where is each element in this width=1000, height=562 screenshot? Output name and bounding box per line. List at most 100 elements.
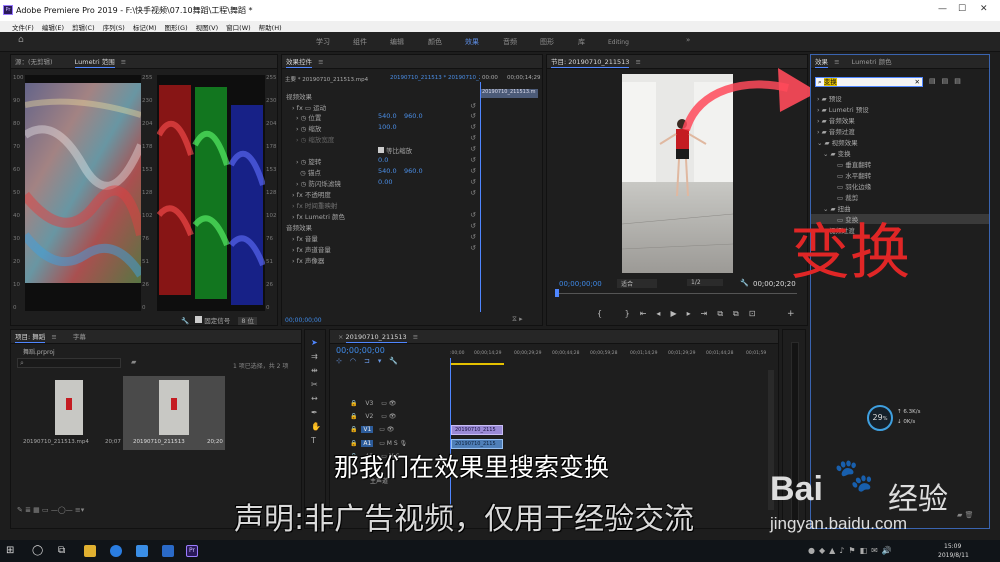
menu-edit[interactable]: 编辑(E) [42, 22, 64, 32]
clear-search-icon[interactable]: ✕ [915, 78, 920, 86]
maximize-icon[interactable]: ☐ [958, 4, 966, 14]
volume-row[interactable]: › fx 音量 [292, 233, 318, 243]
video-clip[interactable]: 20190710_2115 [451, 425, 503, 435]
tab-menu-icon[interactable]: ≡ [318, 58, 323, 66]
task-view-icon[interactable]: ⧉ [58, 545, 70, 557]
panner-row[interactable]: › fx 声像器 [292, 255, 324, 265]
reset-icon[interactable]: ↺ [470, 244, 476, 252]
effects-tree-item[interactable]: › ▰ Lumetri 预设 [817, 104, 869, 114]
reset-icon[interactable]: ↺ [470, 112, 476, 120]
menu-help[interactable]: 帮助(H) [259, 22, 282, 32]
tab-program[interactable]: 节目: 20190710_211513 [551, 58, 630, 68]
slip-tool-icon[interactable]: ↔ [311, 394, 318, 403]
tray-icons[interactable]: ●◆▲♪⚑◧✉🔊 [808, 546, 896, 555]
menu-view[interactable]: 视图(V) [196, 22, 219, 32]
reset-icon[interactable]: ↺ [470, 189, 476, 197]
resolution-select[interactable]: 1/2 [687, 279, 723, 286]
workspace-assembly[interactable]: 组件 [353, 37, 367, 47]
close-tab-icon[interactable]: × [338, 333, 343, 341]
tab-menu-icon[interactable]: ≡ [635, 58, 640, 66]
reset-icon[interactable]: ↺ [470, 222, 476, 230]
workspace-editing-custom[interactable]: Editing [608, 39, 629, 46]
menu-clip[interactable]: 剪辑(C) [72, 22, 95, 32]
razor-tool-icon[interactable]: ✂ [311, 380, 318, 389]
time-remap-row[interactable]: › fx 时间重映射 [292, 200, 337, 210]
start-button-icon[interactable]: ⊞ [6, 545, 18, 557]
type-tool-icon[interactable]: T [311, 436, 316, 445]
reset-icon[interactable]: ↺ [470, 123, 476, 131]
work-area-bar[interactable] [450, 363, 504, 365]
add-button-icon[interactable]: + [787, 309, 795, 319]
minimize-icon[interactable]: — [938, 4, 947, 14]
clock-time[interactable]: 15:09 [944, 543, 961, 550]
home-icon[interactable]: ⌂ [18, 35, 24, 45]
effects-tree-item[interactable]: ⌄ ▰ 变换 [823, 148, 851, 158]
tab-menu-icon[interactable]: ≡ [413, 333, 418, 341]
effects-search-input[interactable]: ⌕ 变换 ✕ [815, 77, 923, 87]
tab-lumetri-color[interactable]: Lumetri 颜色 [852, 58, 892, 66]
uniform-scale-row[interactable]: 等比缩放 [378, 145, 412, 155]
lumetri-row[interactable]: › fx Lumetri 颜色 [292, 211, 345, 221]
project-item[interactable]: 20190710_211513.mp4 20;07 [21, 376, 121, 450]
menu-graphics[interactable]: 图形(G) [165, 22, 188, 32]
scale-value[interactable]: 100.0 [378, 123, 397, 131]
motion-row[interactable]: › fx ▭ 运动 [292, 102, 326, 112]
tab-menu-icon[interactable]: ≡ [834, 58, 839, 66]
ec-clip-bar[interactable]: 20190710_211513.m [480, 89, 538, 98]
reset-icon[interactable]: ↺ [470, 178, 476, 186]
program-playhead[interactable] [555, 289, 559, 297]
selection-tool-icon[interactable]: ➤ [311, 338, 318, 347]
effects-tree-item[interactable]: › ▰ 预设 [817, 93, 842, 103]
tab-menu-icon[interactable]: ≡ [51, 333, 56, 341]
rotation-value[interactable]: 0.0 [378, 156, 388, 164]
tab-sequence[interactable]: 20190710_211513 [345, 333, 407, 343]
reset-icon[interactable]: ↺ [470, 156, 476, 164]
track-a1-header[interactable]: 🔒 A1 ▭ M S 🎙 [350, 440, 407, 447]
reset-icon[interactable]: ↺ [470, 167, 476, 175]
sequence-clip-label[interactable]: 20190710_211513 * 20190710_2... [390, 75, 480, 81]
effects-tree-item[interactable]: ▭ 水平翻转 [837, 170, 871, 180]
project-footer-icons[interactable]: ✎ ≣ ▦ ▭ —◯— ≡▾ [17, 506, 84, 514]
workspace-learn[interactable]: 学习 [316, 37, 330, 47]
hand-tool-icon[interactable]: ✋ [311, 422, 321, 431]
workspace-graphics[interactable]: 图形 [540, 37, 554, 47]
antiflicker-row[interactable]: › ◷ 防闪烁滤镜 [296, 178, 341, 188]
workspace-color[interactable]: 颜色 [428, 37, 442, 47]
premiere-taskbar-icon[interactable]: Pr [186, 545, 198, 557]
wrench-icon[interactable]: 🔧 [740, 279, 749, 287]
close-icon[interactable]: ✕ [980, 4, 988, 14]
menu-window[interactable]: 窗口(W) [226, 22, 251, 32]
workspace-editing[interactable]: 编辑 [390, 37, 404, 47]
menu-marker[interactable]: 标记(M) [133, 22, 157, 32]
track-v2-header[interactable]: 🔒 V2 ▭ 👁 [350, 413, 396, 420]
ripple-edit-tool-icon[interactable]: ⇹ [311, 366, 318, 375]
anchor-row[interactable]: ◷ 锚点 [296, 167, 321, 177]
tab-source[interactable]: 源：(无剪辑) [15, 58, 53, 66]
anchor-x-value[interactable]: 540.0 [378, 167, 397, 175]
position-row[interactable]: › ◷ 位置 [296, 112, 321, 122]
clock-date[interactable]: 2019/8/11 [938, 552, 969, 559]
app-icon[interactable] [162, 545, 174, 557]
timeline-tools-icons[interactable]: ⊹◠⊐▾🔧 [336, 357, 406, 365]
clamp-checkbox[interactable] [195, 316, 203, 323]
workspace-audio[interactable]: 音频 [503, 37, 517, 47]
timeline-timecode[interactable]: 00;00;00;00 [336, 346, 385, 355]
program-scrub-bar[interactable] [557, 293, 797, 294]
effects-tree-item[interactable]: ⌄ ▰ 扭曲 [823, 203, 851, 213]
pen-tool-icon[interactable]: ✒ [311, 408, 318, 417]
reset-icon[interactable]: ↺ [470, 134, 476, 142]
tab-project[interactable]: 项目: 舞蹈 [15, 333, 46, 343]
browser-icon[interactable] [110, 545, 122, 557]
file-explorer-icon[interactable] [84, 545, 96, 557]
rotation-row[interactable]: › ◷ 旋转 [296, 156, 321, 166]
reset-icon[interactable]: ↺ [470, 233, 476, 241]
tab-menu-icon[interactable]: ≡ [121, 58, 126, 66]
more-workspaces-icon[interactable]: » [686, 36, 690, 44]
effects-filter-icons[interactable]: ▤▤▤ [929, 77, 967, 85]
program-timecode-current[interactable]: 00;00;00;00 [559, 280, 602, 288]
ec-timecode[interactable]: 00;00;00;00 [285, 317, 322, 324]
position-x-value[interactable]: 540.0 [378, 112, 397, 120]
master-clip-label[interactable]: 主要 * 20190710_211513.mp4 [285, 75, 368, 83]
track-select-tool-icon[interactable]: ⇉ [311, 352, 318, 361]
anchor-y-value[interactable]: 960.0 [404, 167, 423, 175]
